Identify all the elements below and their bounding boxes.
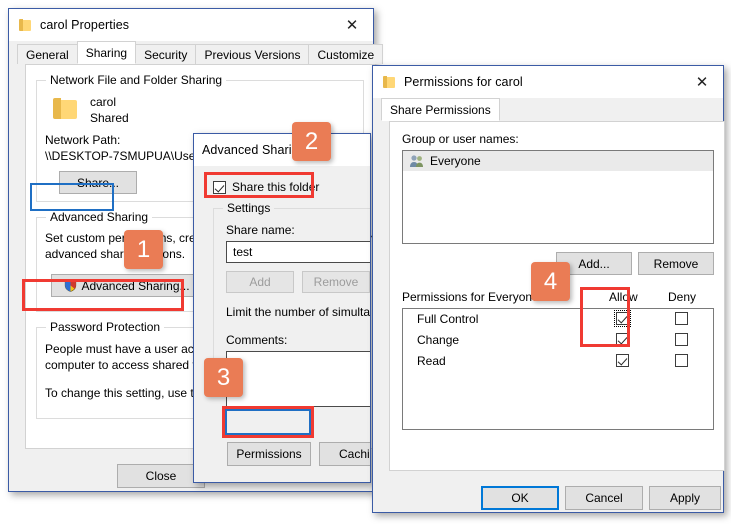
comments-input[interactable] xyxy=(226,351,370,407)
table-row[interactable]: Full Control xyxy=(403,309,713,330)
group-user-listbox[interactable]: Everyone xyxy=(402,150,714,244)
permission-label: Change xyxy=(417,333,460,347)
shared-folder-icon xyxy=(53,95,79,121)
shared-folder-name: carol xyxy=(90,95,117,109)
deny-checkbox[interactable] xyxy=(675,354,688,367)
advanced-sharing-body: Share this folder Settings Share name: t… xyxy=(195,166,371,482)
share-this-folder-row[interactable]: Share this folder xyxy=(213,180,319,194)
list-item[interactable]: Everyone xyxy=(403,151,713,171)
folder-icon xyxy=(19,18,32,32)
permissions-apply-button[interactable]: Apply xyxy=(649,486,721,510)
permissions-title-bar: Permissions for carol ✕ xyxy=(373,66,723,98)
settings-group: Settings Share name: test Add Remove Lim… xyxy=(213,201,371,407)
allow-checkbox[interactable] xyxy=(614,310,631,327)
caching-button[interactable]: Caching xyxy=(319,442,370,466)
permissions-tab-strip: Share Permissions xyxy=(373,98,723,121)
tab-customize[interactable]: Customize xyxy=(308,44,384,64)
annotation-badge-3: 3 xyxy=(204,358,243,397)
tab-security[interactable]: Security xyxy=(135,44,197,64)
permissions-listbox[interactable]: Full Control Change Read xyxy=(402,308,714,430)
advanced-sharing-window: Advanced Sharing Share this folder Setti… xyxy=(193,133,371,483)
close-icon[interactable]: ✕ xyxy=(331,9,373,40)
limit-users-label: Limit the number of simultaneous xyxy=(226,305,371,319)
permissions-for-label: Permissions for Everyone xyxy=(402,290,539,304)
advanced-sharing-button-label: Advanced Sharing... xyxy=(81,278,190,293)
users-icon xyxy=(409,154,425,168)
permission-label: Read xyxy=(417,354,446,368)
tab-sharing[interactable]: Sharing xyxy=(76,41,137,64)
permissions-ok-button[interactable]: OK xyxy=(481,486,559,510)
password-protection-line3-prefix: To change this setting, use the xyxy=(45,386,211,400)
annotation-badge-4: 4 xyxy=(531,262,570,301)
deny-checkbox[interactable] xyxy=(675,333,688,346)
close-icon[interactable]: ✕ xyxy=(681,66,723,97)
advanced-sharing-title-bar: Advanced Sharing xyxy=(194,134,370,166)
advanced-sharing-button[interactable]: Advanced Sharing... xyxy=(51,274,203,297)
share-this-folder-checkbox[interactable] xyxy=(213,180,226,194)
advanced-sharing-title: Advanced Sharing xyxy=(202,143,306,157)
permissions-title: Permissions for carol xyxy=(404,75,523,89)
share-button[interactable]: Share... xyxy=(59,171,137,194)
folder-icon xyxy=(383,75,396,89)
advanced-sharing-desc-line2: advanced sharing options. xyxy=(45,247,186,261)
permission-label: Full Control xyxy=(417,312,479,326)
tab-general[interactable]: General xyxy=(17,44,78,64)
properties-tab-strip: General Sharing Security Previous Versio… xyxy=(9,41,384,64)
annotation-badge-2: 2 xyxy=(292,122,331,161)
remove-share-name-button[interactable]: Remove xyxy=(302,271,370,293)
shared-folder-state: Shared xyxy=(90,111,129,125)
allow-checkbox[interactable] xyxy=(616,333,629,346)
group-or-user-names-label: Group or user names: xyxy=(402,132,519,146)
deny-column-header: Deny xyxy=(668,290,697,304)
close-button[interactable]: Close xyxy=(117,464,205,488)
network-path-label: Network Path: xyxy=(45,133,121,147)
properties-title: carol Properties xyxy=(40,18,130,32)
permissions-button[interactable]: Permissions xyxy=(227,442,311,466)
share-name-input[interactable]: test xyxy=(226,241,370,263)
tab-share-permissions[interactable]: Share Permissions xyxy=(381,98,500,121)
table-row[interactable]: Read xyxy=(403,351,713,372)
add-share-name-button[interactable]: Add xyxy=(226,271,294,293)
comments-label: Comments: xyxy=(226,333,288,347)
permissions-cancel-button[interactable]: Cancel xyxy=(565,486,643,510)
advanced-sharing-legend: Advanced Sharing xyxy=(46,210,153,224)
list-item-label: Everyone xyxy=(430,154,481,168)
network-sharing-legend: Network File and Folder Sharing xyxy=(46,73,227,87)
tab-previous-versions[interactable]: Previous Versions xyxy=(195,44,310,64)
deny-checkbox[interactable] xyxy=(675,312,688,325)
shield-icon xyxy=(64,279,77,292)
annotation-badge-1: 1 xyxy=(124,230,163,269)
password-protection-legend: Password Protection xyxy=(46,320,165,334)
table-row[interactable]: Change xyxy=(403,330,713,351)
remove-principal-button[interactable]: Remove xyxy=(638,252,714,275)
allow-column-header: Allow xyxy=(609,290,638,304)
share-name-label: Share name: xyxy=(226,223,295,237)
allow-checkbox[interactable] xyxy=(616,354,629,367)
share-this-folder-label: Share this folder xyxy=(232,180,320,194)
settings-legend: Settings xyxy=(223,201,275,215)
properties-title-bar: carol Properties ✕ xyxy=(9,9,373,41)
